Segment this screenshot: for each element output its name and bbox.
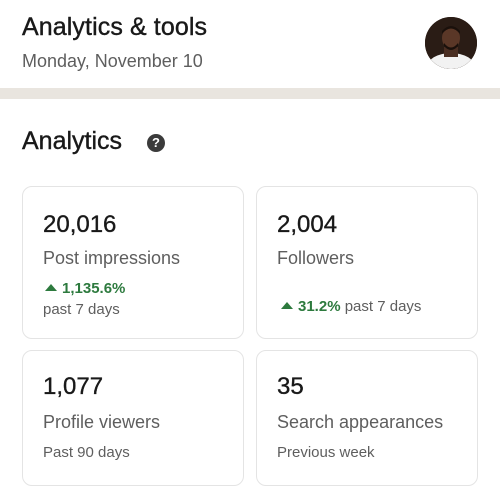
profile-viewers-card[interactable]: 1,077 Profile viewers Past 90 days [22, 350, 244, 486]
card-period: past 7 days [344, 298, 422, 315]
card-value: 35 [277, 373, 304, 400]
avatar-image [425, 17, 477, 69]
card-value: 20,016 [43, 211, 117, 238]
card-trend: 31.2% past 7 days [281, 298, 421, 315]
post-impressions-card[interactable]: 20,016 Post impressions 1,135.6% past 7 … [22, 186, 244, 339]
header: Analytics & tools Monday, November 10 [0, 0, 500, 88]
help-icon[interactable]: ? [147, 134, 165, 152]
card-label: Search appearances [277, 412, 444, 432]
card-label: Followers [277, 248, 355, 268]
card-trend: 1,135.6% [45, 280, 125, 297]
header-date: Monday, November 10 [22, 51, 203, 71]
section-title: Analytics [22, 127, 123, 155]
search-appearances-card[interactable]: 35 Search appearances Previous week [256, 350, 478, 486]
card-period: Past 90 days [43, 444, 130, 461]
card-label: Post impressions [43, 248, 181, 268]
page-title: Analytics & tools [22, 13, 208, 41]
trend-value: 1,135.6% [62, 280, 126, 297]
card-value: 1,077 [43, 373, 104, 400]
trend-up-icon [45, 284, 57, 291]
card-period: Previous week [277, 444, 375, 461]
section-divider [0, 88, 500, 99]
card-period: past 7 days [43, 301, 120, 318]
trend-up-icon [281, 302, 293, 309]
card-label: Profile viewers [43, 412, 161, 432]
followers-card[interactable]: 2,004 Followers 31.2% past 7 days [256, 186, 478, 339]
avatar[interactable] [425, 17, 477, 69]
card-value: 2,004 [277, 211, 338, 238]
trend-value: 31.2% [298, 298, 341, 315]
